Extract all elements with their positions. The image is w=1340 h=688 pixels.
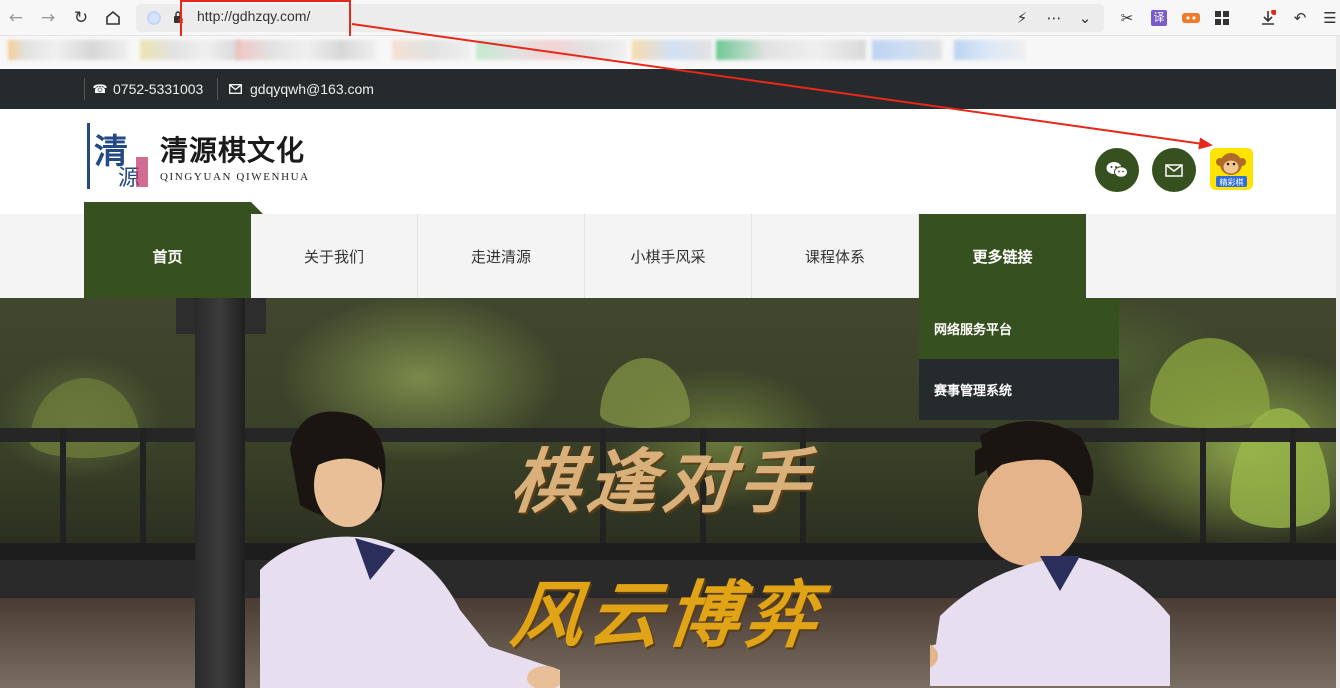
menu-icon[interactable]: ☰ — [1318, 6, 1340, 30]
translate-label: 译 — [1151, 10, 1167, 26]
bookmark-item[interactable] — [236, 40, 376, 60]
page-root: ← → ↻ http://gdhzqy.com/ ⚡ ⋯ ⌄ ✂ 译 ↶ ☰ ☎… — [0, 0, 1340, 688]
hero-boy-image — [930, 421, 1170, 686]
bookmark-item[interactable] — [8, 40, 128, 60]
reload-icon[interactable]: ↻ — [69, 6, 93, 30]
bookmark-item[interactable] — [392, 40, 472, 60]
download-icon[interactable] — [1256, 6, 1280, 30]
hero-post — [140, 428, 146, 548]
logo-title[interactable]: 清源棋文化 — [160, 129, 305, 169]
page-scrollbar[interactable] — [1336, 36, 1340, 688]
chevron-down-icon[interactable]: ⌄ — [1073, 6, 1097, 30]
bookmark-item[interactable] — [954, 40, 1026, 60]
undo-icon[interactable]: ↶ — [1288, 6, 1312, 30]
topbar-divider — [84, 78, 85, 100]
bookmark-item[interactable] — [140, 40, 240, 60]
hero-foliage — [600, 358, 690, 428]
phone-icon: ☎ — [92, 82, 108, 96]
dropdown-item-match-system[interactable]: 赛事管理系统 — [919, 359, 1119, 420]
url-highlight-annotation — [180, 0, 351, 38]
logo-mark[interactable]: 清 源 — [87, 123, 149, 191]
hero-post — [1200, 428, 1206, 548]
hero-headline-2: 风云博弈 — [506, 572, 828, 657]
dropdown-item-service-platform[interactable]: 网络服务平台 — [919, 298, 1119, 359]
wechat-icon — [1106, 162, 1128, 178]
more-icon[interactable]: ⋯ — [1042, 6, 1066, 30]
topbar-email[interactable]: gdqyqwh@163.com — [250, 81, 374, 97]
hero-foliage — [1150, 338, 1270, 428]
forward-icon[interactable]: → — [36, 6, 60, 30]
back-icon[interactable]: ← — [4, 6, 28, 30]
wechat-button[interactable] — [1095, 148, 1139, 192]
security-shield-icon[interactable] — [147, 11, 161, 25]
hero-banner: 棋逢对手 风云博弈 — [0, 298, 1336, 688]
hero-foliage — [30, 378, 140, 458]
hero-headline-1: 棋逢对手 — [507, 440, 820, 523]
email-button[interactable] — [1152, 148, 1196, 192]
translate-icon[interactable]: 译 — [1147, 6, 1171, 30]
apps-icon[interactable] — [1210, 6, 1234, 30]
hero-foliage — [1230, 408, 1330, 528]
nav-home-fold — [251, 202, 263, 214]
nav-item-players[interactable]: 小棋手风采 — [585, 214, 752, 298]
bookmark-item[interactable] — [632, 40, 712, 60]
monkey-mascot-icon[interactable]: 精彩棋 — [1210, 148, 1253, 190]
nav-item-about[interactable]: 关于我们 — [251, 214, 418, 298]
nav-item-home[interactable]: 首页 — [84, 214, 251, 298]
nav-item-courses[interactable]: 课程体系 — [752, 214, 919, 298]
nav-item-intro[interactable]: 走进清源 — [418, 214, 585, 298]
mail-icon — [228, 82, 242, 96]
hero-post — [1290, 428, 1296, 548]
scissors-icon[interactable]: ✂ — [1115, 6, 1139, 30]
nav-item-more-links[interactable]: 更多链接 — [919, 214, 1086, 298]
bookmark-item[interactable] — [476, 40, 626, 60]
lightning-icon[interactable]: ⚡ — [1010, 6, 1034, 30]
bookmark-item[interactable] — [872, 40, 942, 60]
logo-subtitle: QINGYUAN QIWENHUA — [160, 171, 310, 183]
home-icon[interactable] — [101, 6, 125, 30]
topbar-phone: 0752-5331003 — [113, 81, 204, 97]
mail-icon — [1165, 163, 1183, 177]
bookmark-item[interactable] — [716, 40, 866, 60]
game-icon[interactable] — [1179, 6, 1203, 30]
mascot-badge-text: 精彩棋 — [1220, 177, 1244, 187]
topbar-divider — [217, 78, 218, 100]
hero-pillar — [195, 298, 245, 688]
hero-post — [60, 428, 66, 548]
